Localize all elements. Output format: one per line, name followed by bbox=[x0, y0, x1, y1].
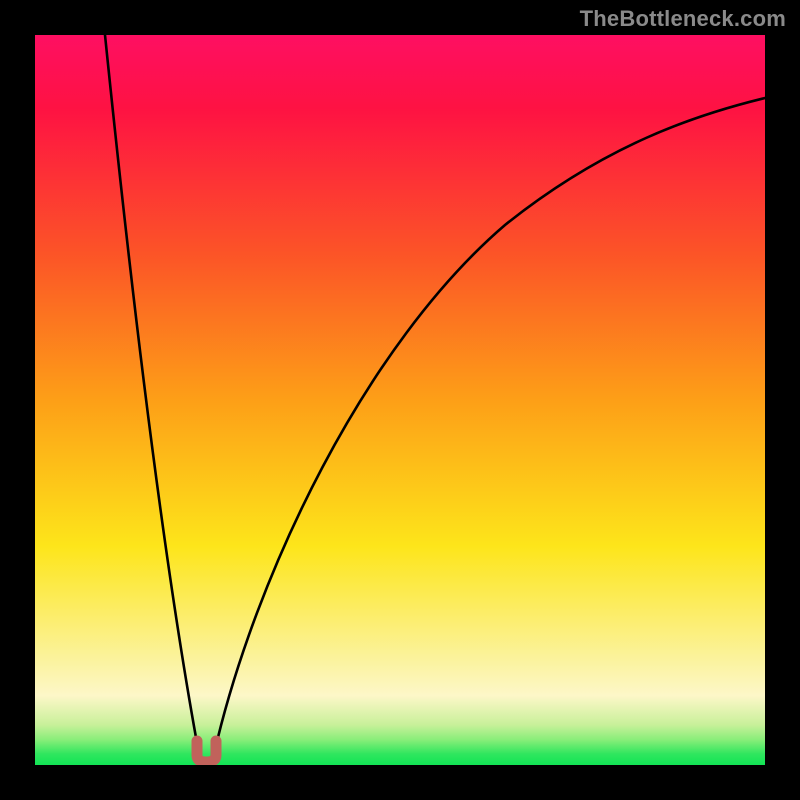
chart-frame: TheBottleneck.com bbox=[0, 0, 800, 800]
gradient-background bbox=[35, 35, 765, 765]
plot-area bbox=[35, 35, 765, 765]
chart-svg bbox=[35, 35, 765, 765]
watermark-text: TheBottleneck.com bbox=[580, 6, 786, 32]
